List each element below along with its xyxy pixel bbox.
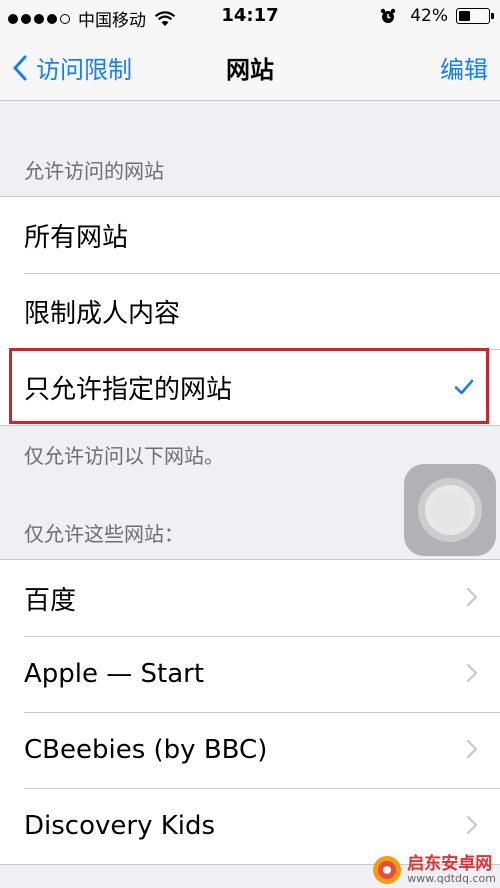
- allowed-options-group: 所有网站 限制成人内容 只允许指定的网站: [0, 196, 500, 426]
- chevron-left-icon: [13, 55, 27, 80]
- option-label: 所有网站: [24, 222, 129, 253]
- watermark-name: 启东安卓网: [407, 854, 493, 874]
- site-label: 百度: [24, 585, 77, 616]
- option-label: 只允许指定的网站: [24, 374, 233, 405]
- back-button[interactable]: 访问限制: [12, 50, 132, 85]
- status-right: 42%: [380, 6, 494, 26]
- option-all-websites[interactable]: 所有网站: [0, 197, 500, 273]
- site-label: Discovery Kids: [24, 811, 216, 841]
- option-label: 限制成人内容: [24, 298, 181, 329]
- chevron-right-icon: [466, 663, 478, 683]
- site-row-discovery-kids[interactable]: Discovery Kids: [0, 788, 500, 864]
- alarm-clock-icon: [381, 8, 396, 23]
- checkmark-icon: [454, 379, 474, 395]
- allowed-sites-group: 百度 Apple — Start CBeebies (by BBC) Disco…: [0, 559, 500, 865]
- option-specific-websites-only[interactable]: 只允许指定的网站: [0, 349, 500, 425]
- watermark: 启东安卓网 www.qdtdq.com: [371, 854, 496, 886]
- section-header-allowed: 允许访问的网站: [24, 159, 164, 183]
- assistive-touch-button[interactable]: [404, 464, 496, 556]
- battery-icon: [456, 8, 494, 24]
- site-row-baidu[interactable]: 百度: [0, 560, 500, 636]
- status-bar: 中国移动 14:17 42%: [0, 0, 500, 34]
- watermark-url: www.qdtdq.com: [407, 872, 496, 885]
- navigation-bar: 访问限制 网站 编辑: [0, 34, 500, 101]
- site-row-apple-start[interactable]: Apple — Start: [0, 636, 500, 712]
- battery-percent: 42%: [410, 6, 448, 26]
- chevron-right-icon: [466, 739, 478, 759]
- site-row-cbeebies[interactable]: CBeebies (by BBC): [0, 712, 500, 788]
- section-header-sites: 仅允许这些网站：: [24, 522, 184, 546]
- site-label: Apple — Start: [24, 659, 205, 689]
- chevron-right-icon: [466, 815, 478, 835]
- back-button-label: 访问限制: [36, 56, 132, 84]
- edit-button[interactable]: 编辑: [440, 50, 488, 85]
- chevron-right-icon: [466, 587, 478, 607]
- site-label: CBeebies (by BBC): [24, 735, 268, 765]
- option-limit-adult-content[interactable]: 限制成人内容: [0, 273, 500, 349]
- watermark-logo-icon: [373, 856, 402, 884]
- section-footer-allowed: 仅允许访问以下网站。: [24, 444, 224, 468]
